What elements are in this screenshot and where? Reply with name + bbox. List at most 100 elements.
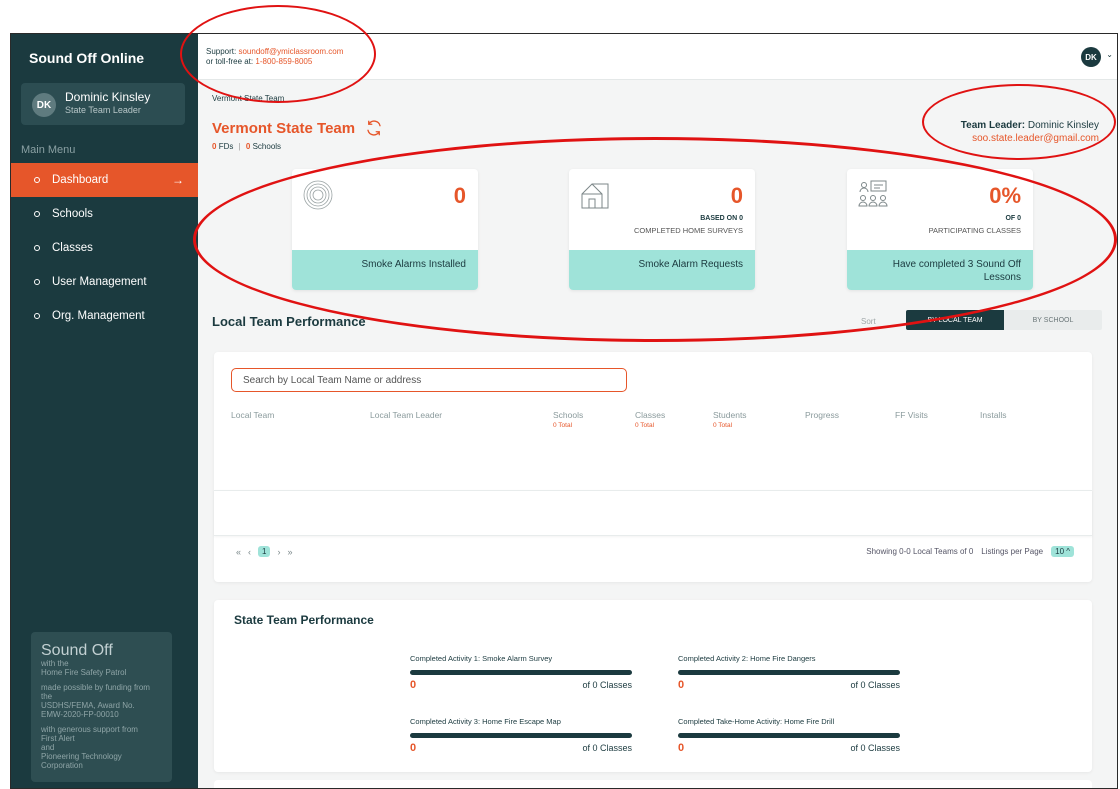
activity-progress: Completed Activity 2: Home Fire Dangers … (678, 654, 900, 691)
activity-bar (410, 670, 632, 675)
per-page-select[interactable]: 10 ^ (1051, 546, 1074, 557)
menu-heading: Main Menu (21, 144, 76, 156)
stat-card-smoke-alarms: 0 Smoke Alarms Installed (292, 169, 478, 290)
local-team-title: Local Team Performance (212, 314, 366, 329)
local-team-table-panel: Search by Local Team Name or address Loc… (214, 352, 1092, 582)
support-email-link[interactable]: soundoff@ymiclassroom.com (238, 47, 343, 56)
sort-toggle: BY LOCAL TEAM BY SCHOOL (906, 310, 1102, 330)
column-header[interactable]: Local Team (231, 410, 274, 420)
leader-email-link[interactable]: soo.state.leader@gmail.com (961, 132, 1099, 145)
leader-label: Team Leader: (960, 120, 1026, 131)
activity-progress: Completed Take-Home Activity: Home Fire … (678, 717, 900, 754)
column-total: 0 Total (553, 422, 573, 429)
user-role: State Team Leader (65, 105, 141, 115)
refresh-icon[interactable] (365, 119, 383, 137)
activity-bar (678, 670, 900, 675)
fds-label: FDs (218, 142, 234, 151)
team-counts: 0 FDs | 0 Schools (212, 142, 282, 151)
sort-by-school-button[interactable]: BY SCHOOL (1004, 310, 1102, 330)
sidebar-item-user-management[interactable]: User Management (11, 265, 198, 299)
bullet-icon (34, 279, 40, 285)
column-header[interactable]: Local Team Leader (370, 410, 442, 420)
stat-card-participating: 0% OF 0 PARTICIPATING CLASSES Have compl… (847, 169, 1033, 290)
support-info: Support: soundoff@ymiclassroom.com or to… (206, 47, 343, 67)
avatar: DK (32, 93, 56, 117)
search-input[interactable]: Search by Local Team Name or address (231, 368, 627, 392)
prev-page-button[interactable]: ‹ (248, 547, 251, 557)
next-page-button[interactable]: › (277, 547, 280, 557)
column-header[interactable]: FF Visits (895, 410, 928, 420)
column-header[interactable]: Progress (805, 410, 839, 420)
activity-bar (410, 733, 632, 738)
sidebar-item-classes[interactable]: Classes (11, 231, 198, 265)
sponsor-title: Sound Off (41, 642, 113, 659)
activity-total: of 0 Classes (850, 680, 900, 690)
stat-sublabel: COMPLETED HOME SURVEYS (633, 226, 743, 235)
page-title: Vermont State Team (212, 119, 383, 137)
bullet-icon (34, 313, 40, 319)
stat-value: 0% (989, 183, 1021, 208)
team-name: Vermont State Team (212, 119, 356, 137)
column-total: 0 Total (635, 422, 655, 429)
tollfree-phone-link[interactable]: 1-800-859-8005 (255, 57, 312, 66)
listing-summary: Showing 0-0 Local Teams of 0 Listings pe… (866, 546, 1074, 557)
table-body-empty (214, 490, 1092, 536)
page-number-button[interactable]: 1 (258, 546, 271, 557)
stat-card-alarm-requests: 0 BASED ON 0 COMPLETED HOME SURVEYS Smok… (569, 169, 755, 290)
activity-value: 0 (410, 742, 417, 754)
tollfree-label: or toll-free at: (206, 57, 254, 66)
sidebar-item-org-management[interactable]: Org. Management (11, 299, 198, 333)
sponsor-line: USDHS/FEMA, Award No. (41, 701, 135, 710)
stat-label: Have completed 3 Sound Off Lessons (847, 250, 1033, 290)
state-team-title: State Team Performance (234, 613, 374, 627)
bullet-icon (34, 211, 40, 217)
sidebar-item-dashboard[interactable]: Dashboard → (11, 163, 198, 197)
activity-total: of 0 Classes (850, 743, 900, 753)
pagination: « ‹ 1 › » (236, 546, 292, 557)
user-card[interactable]: DK Dominic Kinsley State Team Leader (21, 83, 185, 125)
stat-subvalue: OF 0 (1005, 215, 1021, 222)
sidebar-item-label: User Management (52, 276, 147, 288)
column-header[interactable]: Classes 0 Total (635, 410, 665, 429)
column-total: 0 Total (713, 422, 733, 429)
sponsor-line: First Alert (41, 734, 75, 743)
sponsor-line: Home Fire Safety Patrol (41, 668, 127, 677)
last-page-button[interactable]: » (287, 547, 292, 557)
sponsor-line: Pioneering Technology (41, 752, 122, 761)
schools-label: Schools (252, 142, 282, 151)
main-menu: Dashboard → Schools Classes User Managem… (11, 163, 198, 333)
chevron-down-icon[interactable]: ⌄ (1106, 50, 1113, 59)
house-icon (581, 183, 609, 209)
column-header[interactable]: Schools 0 Total (553, 410, 583, 429)
sponsor-line: Corporation (41, 761, 83, 770)
account-avatar-button[interactable]: DK (1081, 47, 1101, 67)
app-window: Sound Off Online DK Dominic Kinsley Stat… (10, 33, 1118, 789)
sponsor-card: Sound Off with the Home Fire Safety Patr… (31, 632, 172, 782)
sponsor-line: with the (41, 659, 69, 668)
per-page-label: Listings per Page (981, 547, 1044, 556)
sidebar-item-label: Dashboard (52, 174, 109, 186)
column-header[interactable]: Installs (980, 410, 1006, 420)
stat-label: Smoke Alarms Installed (292, 250, 478, 290)
sidebar-item-label: Org. Management (52, 310, 145, 322)
activity-value: 0 (678, 679, 685, 691)
column-header[interactable]: Students 0 Total (713, 410, 747, 429)
sponsor-line: and (41, 743, 55, 752)
activity-label: Completed Activity 1: Smoke Alarm Survey (410, 654, 553, 663)
bullet-icon (34, 177, 40, 183)
sidebar-item-label: Classes (52, 242, 93, 254)
activity-label: Completed Activity 3: Home Fire Escape M… (410, 717, 561, 726)
breadcrumb[interactable]: Vermont State Team (212, 94, 284, 103)
first-page-button[interactable]: « (236, 547, 241, 557)
bullet-icon (34, 245, 40, 251)
sort-by-local-team-button[interactable]: BY LOCAL TEAM (906, 310, 1004, 330)
activity-label: Completed Take-Home Activity: Home Fire … (678, 717, 835, 726)
activity-value: 0 (678, 742, 685, 754)
smoke-alarm-icon (303, 180, 333, 210)
main-content: Vermont State Team Vermont State Team 0 … (198, 80, 1117, 788)
activity-total: of 0 Classes (582, 743, 632, 753)
stat-subvalue: BASED ON 0 (700, 215, 743, 222)
sidebar-item-schools[interactable]: Schools (11, 197, 198, 231)
activity-total: of 0 Classes (582, 680, 632, 690)
app-brand[interactable]: Sound Off Online (29, 50, 144, 66)
